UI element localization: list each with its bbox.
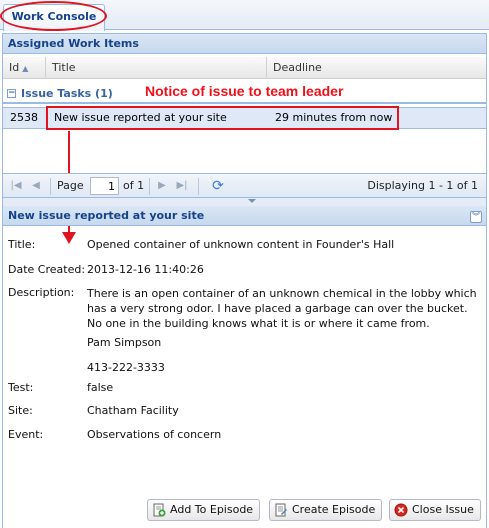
field-value-description-name: Pam Simpson — [87, 336, 162, 349]
page-label: Page — [57, 179, 84, 192]
tab-work-console[interactable]: Work Console — [3, 4, 105, 31]
field-value-date: 2013-12-16 11:40:26 — [87, 263, 204, 276]
splitter-handle[interactable] — [3, 198, 486, 206]
cell-deadline: 29 minutes from now — [275, 111, 393, 124]
next-page-icon[interactable]: ▶ — [155, 179, 169, 193]
work-items-header: Assigned Work Items — [3, 34, 486, 54]
column-header-deadline[interactable]: Deadline — [267, 57, 486, 79]
field-label-date: Date Created: — [8, 263, 86, 276]
close-issue-button[interactable]: Close Issue — [389, 499, 481, 521]
last-page-icon[interactable]: ▶| — [175, 179, 189, 193]
collapse-arrow-icon[interactable] — [248, 199, 256, 203]
sort-ascending-icon: ▲ — [22, 64, 29, 73]
group-label: Issue Tasks (1) — [21, 87, 113, 100]
pager-separator — [50, 178, 51, 195]
refresh-icon[interactable]: ⟳ — [210, 178, 226, 194]
field-value-site: Chatham Facility — [87, 404, 179, 417]
collapse-minus-icon[interactable]: − — [7, 88, 16, 98]
add-to-episode-label: Add To Episode — [170, 503, 254, 516]
cell-id: 2538 — [10, 111, 38, 124]
field-value-event: Observations of concern — [87, 428, 222, 441]
field-label-description: Description: — [8, 286, 75, 299]
create-episode-button[interactable]: Create Episode — [269, 499, 383, 521]
pager-separator — [149, 178, 150, 195]
field-value-description: There is an open container of an unknown… — [87, 287, 477, 330]
work-items-title: Assigned Work Items — [8, 37, 139, 50]
new-document-icon — [275, 503, 287, 517]
annotation-callout: Notice of issue to team leader — [145, 83, 344, 99]
field-label-site: Site: — [8, 404, 33, 417]
prev-page-icon[interactable]: ◀ — [29, 179, 43, 193]
collapse-panel-icon[interactable]: ︾ — [470, 211, 482, 223]
table-row[interactable]: 2538 New issue reported at your site 29 … — [3, 107, 486, 129]
close-issue-label: Close Issue — [412, 503, 474, 516]
close-red-icon — [394, 503, 408, 517]
grid-header: Id ▲ Title Deadline — [3, 57, 486, 79]
field-label-event: Event: — [8, 428, 44, 441]
add-to-episode-button[interactable]: Add To Episode — [147, 499, 261, 521]
field-value-test: false — [87, 381, 114, 394]
column-header-title[interactable]: Title — [46, 57, 267, 79]
column-header-id[interactable]: Id ▲ — [3, 57, 46, 79]
page-count-label: of 1 — [123, 179, 145, 192]
tab-bar: Work Console — [0, 0, 489, 31]
first-page-icon[interactable]: |◀ — [9, 179, 23, 193]
cell-title: New issue reported at your site — [54, 111, 227, 124]
annotation-arrow-head-icon — [62, 232, 76, 244]
field-label-title: Title: — [8, 238, 36, 251]
paging-toolbar: |◀ ◀ Page of 1 ▶ ▶| ⟳ Displaying 1 - 1 o… — [3, 173, 486, 198]
pager-separator — [198, 178, 199, 195]
add-document-icon — [153, 503, 166, 517]
page-number-input[interactable] — [90, 177, 119, 195]
create-episode-label: Create Episode — [292, 503, 376, 516]
tab-label: Work Console — [11, 10, 97, 23]
field-value-title: Opened container of unknown content in F… — [87, 238, 395, 251]
detail-title: New issue reported at your site — [8, 209, 205, 222]
field-label-test: Test: — [8, 381, 34, 394]
field-value-description-phone: 413-222-3333 — [87, 361, 165, 374]
displaying-count: Displaying 1 - 1 of 1 — [367, 179, 478, 192]
detail-header: New issue reported at your site — [3, 206, 486, 226]
